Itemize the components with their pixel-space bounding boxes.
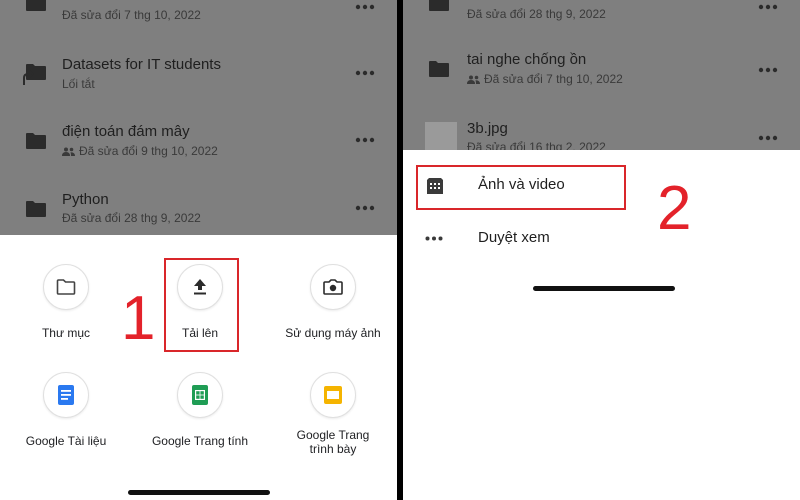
- option-label: Google Tài liệu: [25, 434, 107, 448]
- option-label: Thư mục: [41, 326, 91, 340]
- upload-highlight-box: [164, 258, 239, 352]
- option-circle: [177, 372, 223, 418]
- option-label: Google Trang trình bày: [296, 428, 370, 456]
- file-name: Python: [62, 191, 109, 208]
- dimmed-file-list: Đã sửa đổi 7 thg 10, 2022 Datasets for I…: [0, 0, 397, 235]
- menu-item-browse[interactable]: Duyệt xem: [403, 215, 800, 263]
- google-docs-option[interactable]: Google Tài liệu: [1, 372, 131, 448]
- option-circle: [310, 264, 356, 310]
- file-name: tai nghe chống ồn: [467, 51, 587, 68]
- google-docs-icon: [58, 385, 74, 405]
- file-row[interactable]: tai nghe chống ồn Đã sửa đổi 7 thg 10, 2…: [403, 42, 800, 102]
- file-row[interactable]: Đã sửa đổi 28 thg 9, 2022: [403, 0, 800, 40]
- step-number: 2: [657, 174, 692, 243]
- file-modified: Đã sửa đổi 7 thg 10, 2022: [467, 72, 623, 86]
- camera-option[interactable]: Sử dụng máy ảnh: [268, 264, 397, 340]
- file-row[interactable]: Datasets for IT students Lối tắt: [0, 45, 397, 105]
- home-indicator: [533, 286, 675, 291]
- folder-icon: [429, 61, 449, 77]
- more-horizontal-icon: [425, 236, 443, 241]
- shortcut-folder-icon: [23, 64, 46, 85]
- file-row[interactable]: điện toán đám mây Đã sửa đổi 9 thg 10, 2…: [0, 113, 397, 173]
- google-slides-option[interactable]: Google Trang trình bày: [268, 372, 397, 456]
- more-options-icon[interactable]: [355, 4, 375, 10]
- file-name: 3b.jpg: [467, 120, 508, 137]
- home-indicator: [128, 490, 270, 495]
- file-modified: Đã sửa đổi 7 thg 10, 2022: [62, 8, 201, 22]
- shared-icon: [62, 147, 75, 156]
- photos-highlight-box: [416, 165, 626, 210]
- google-sheets-icon: [192, 385, 208, 405]
- more-options-icon[interactable]: [355, 70, 375, 76]
- google-slides-icon: [324, 386, 342, 404]
- google-sheets-option[interactable]: Google Trang tính: [135, 372, 265, 448]
- menu-item-label: Duyệt xem: [478, 229, 550, 246]
- right-panel: Đã sửa đổi 28 thg 9, 2022 tai nghe chống…: [403, 0, 800, 500]
- create-folder-option[interactable]: Thư mục: [1, 264, 131, 340]
- left-panel: Đã sửa đổi 7 thg 10, 2022 Datasets for I…: [0, 0, 397, 500]
- folder-icon: [429, 0, 449, 11]
- file-row[interactable]: Đã sửa đổi 7 thg 10, 2022: [0, 0, 397, 40]
- more-options-icon[interactable]: [758, 135, 778, 141]
- shared-icon: [467, 75, 480, 84]
- file-row[interactable]: Python Đã sửa đổi 28 thg 9, 2022: [0, 181, 397, 241]
- folder-icon: [26, 133, 46, 149]
- dimmed-file-list: Đã sửa đổi 28 thg 9, 2022 tai nghe chống…: [403, 0, 800, 154]
- file-modified: Lối tắt: [62, 77, 95, 91]
- option-circle: [310, 372, 356, 418]
- file-modified: Đã sửa đổi 28 thg 9, 2022: [467, 7, 606, 21]
- option-label: Google Trang tính: [151, 434, 249, 448]
- more-options-icon[interactable]: [355, 205, 375, 211]
- step-number: 1: [121, 284, 156, 353]
- folder-icon: [26, 201, 46, 217]
- more-options-icon[interactable]: [355, 137, 375, 143]
- camera-icon: [323, 279, 343, 295]
- folder-icon: [26, 0, 46, 11]
- more-options-icon[interactable]: [758, 67, 778, 73]
- file-modified: Đã sửa đổi 28 thg 9, 2022: [62, 211, 201, 225]
- option-label: Sử dụng máy ảnh: [285, 326, 381, 340]
- folder-icon: [56, 279, 76, 295]
- file-name: Datasets for IT students: [62, 56, 221, 73]
- file-modified: Đã sửa đổi 9 thg 10, 2022: [62, 144, 218, 158]
- option-circle: [43, 372, 89, 418]
- more-options-icon[interactable]: [758, 4, 778, 10]
- option-circle: [43, 264, 89, 310]
- file-name: điện toán đám mây: [62, 123, 190, 140]
